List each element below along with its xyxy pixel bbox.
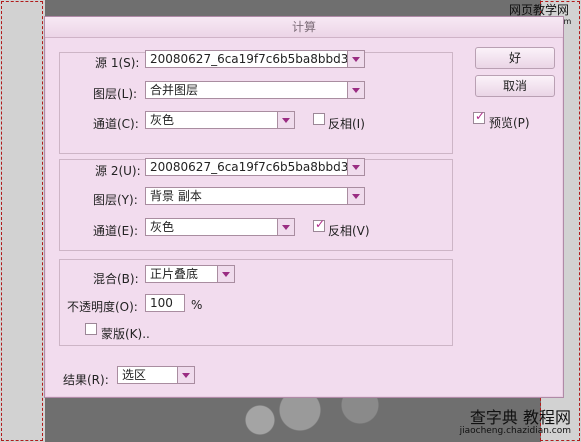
selection-marquee	[1, 1, 43, 441]
preview-checkbox[interactable]	[473, 109, 485, 124]
source1-channel-value: 灰色	[150, 113, 175, 127]
source1-file-select[interactable]: 20080627_6ca19f7c6b5ba8bbd3...	[145, 50, 365, 68]
opacity-input[interactable]: 100	[145, 294, 185, 312]
source2-invert-checkbox[interactable]	[313, 217, 325, 232]
source1-channel-label: 通道(C):	[93, 117, 139, 131]
source1-invert-label: 反相(I)	[328, 117, 365, 131]
source2-channel-select[interactable]: 灰色	[145, 218, 295, 236]
dialog-title: 计算	[45, 17, 563, 38]
mask-checkbox[interactable]	[85, 323, 97, 335]
ok-button[interactable]: 好	[475, 47, 555, 69]
source2-file-select[interactable]: 20080627_6ca19f7c6b5ba8bbd3...	[145, 158, 365, 176]
calculations-dialog: 计算 源 1(S): 20080627_6ca19f7c6b5ba8bbd3..…	[44, 16, 564, 398]
source1-file-value: 20080627_6ca19f7c6b5ba8bbd3...	[150, 52, 360, 66]
result-label: 结果(R):	[63, 373, 109, 387]
source2-layer-label: 图层(Y):	[93, 193, 138, 207]
chevron-down-icon	[277, 219, 294, 235]
result-select[interactable]: 选区	[117, 366, 195, 384]
result-value: 选区	[122, 368, 147, 382]
chevron-down-icon	[347, 188, 364, 204]
source1-layer-select[interactable]: 合并图层	[145, 81, 365, 99]
blend-mode-select[interactable]: 正片叠底	[145, 265, 235, 283]
source1-channel-select[interactable]: 灰色	[145, 111, 295, 129]
chevron-down-icon	[177, 367, 194, 383]
mask-label: 蒙版(K)..	[101, 327, 150, 341]
source1-layer-label: 图层(L):	[93, 87, 138, 101]
source1-layer-value: 合并图层	[150, 83, 199, 97]
chevron-down-icon	[347, 82, 364, 98]
opacity-label: 不透明度(O):	[67, 300, 138, 314]
preview-label: 预览(P)	[489, 116, 530, 130]
source2-label: 源 2(U):	[95, 164, 141, 178]
cancel-button[interactable]: 取消	[475, 75, 555, 97]
source2-layer-value: 背景 副本	[150, 189, 202, 203]
chevron-down-icon	[277, 112, 294, 128]
source1-label: 源 1(S):	[95, 56, 140, 70]
blend-mode-label: 混合(B):	[93, 272, 139, 286]
footer-watermark: 查字典 教程网 jiaocheng.chazidian.com	[459, 408, 571, 436]
source2-layer-select[interactable]: 背景 副本	[145, 187, 365, 205]
opacity-percent-sign: %	[191, 298, 203, 312]
blend-mode-value: 正片叠底	[150, 267, 199, 281]
source2-file-value: 20080627_6ca19f7c6b5ba8bbd3...	[150, 160, 360, 174]
chevron-down-icon	[217, 266, 234, 282]
source1-invert-checkbox[interactable]	[313, 113, 325, 125]
source2-invert-label: 反相(V)	[328, 224, 370, 238]
source2-channel-value: 灰色	[150, 220, 175, 234]
chevron-down-icon	[347, 159, 364, 175]
chevron-down-icon	[347, 51, 364, 67]
source2-channel-label: 通道(E):	[93, 224, 138, 238]
